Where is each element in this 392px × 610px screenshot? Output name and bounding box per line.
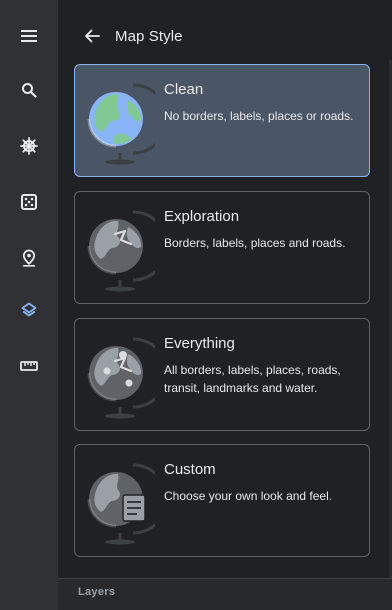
globe-exploration-icon [87,210,155,292]
layers-label: Layers [78,586,116,598]
style-card-clean[interactable]: Clean No borders, labels, places or road… [74,64,370,177]
dice-icon [21,194,37,210]
style-card-everything[interactable]: Everything All borders, labels, places, … [74,318,370,431]
arrow-back-icon [85,29,100,43]
style-title: Custom [164,461,216,478]
style-title: Exploration [164,208,240,225]
side-rail [0,0,58,610]
rail-map-style-button[interactable] [0,290,58,330]
map-style-app: Map Style Clean No borders, labels, plac… [0,0,392,610]
layers-section-header[interactable]: Layers [58,578,392,610]
rail-search-button[interactable] [0,70,58,110]
globe-clean-icon [87,83,155,165]
globe-custom-icon [87,463,155,545]
style-card-custom[interactable]: Custom Choose your own look and feel. [74,444,370,557]
back-button[interactable] [70,14,114,58]
rail-tour-button[interactable] [0,126,58,166]
ruler-icon [20,361,38,371]
menu-icon [21,30,37,42]
style-title: Everything [164,335,235,352]
style-description: No borders, labels, places or roads. [164,109,354,123]
rail-projects-button[interactable] [0,238,58,278]
style-card-exploration[interactable]: Exploration Borders, labels, places and … [74,191,370,304]
layers-icon [21,302,37,317]
rail-random-button[interactable] [0,182,58,222]
style-description: All borders, labels, places, roads, tran… [164,363,341,395]
style-description: Choose your own look and feel. [164,489,333,503]
rail-menu-button[interactable] [0,16,58,56]
globe-everything-icon [87,337,155,419]
place-pin-icon [22,249,36,267]
map-style-panel: Map Style Clean No borders, labels, plac… [58,0,392,610]
search-icon [22,83,37,98]
panel-header: Map Style [58,14,388,58]
page-title: Map Style [115,27,183,45]
style-description: Borders, labels, places and roads. [164,236,346,250]
style-title: Clean [164,81,204,98]
ship-wheel-icon [20,137,38,155]
rail-measure-button[interactable] [0,346,58,386]
